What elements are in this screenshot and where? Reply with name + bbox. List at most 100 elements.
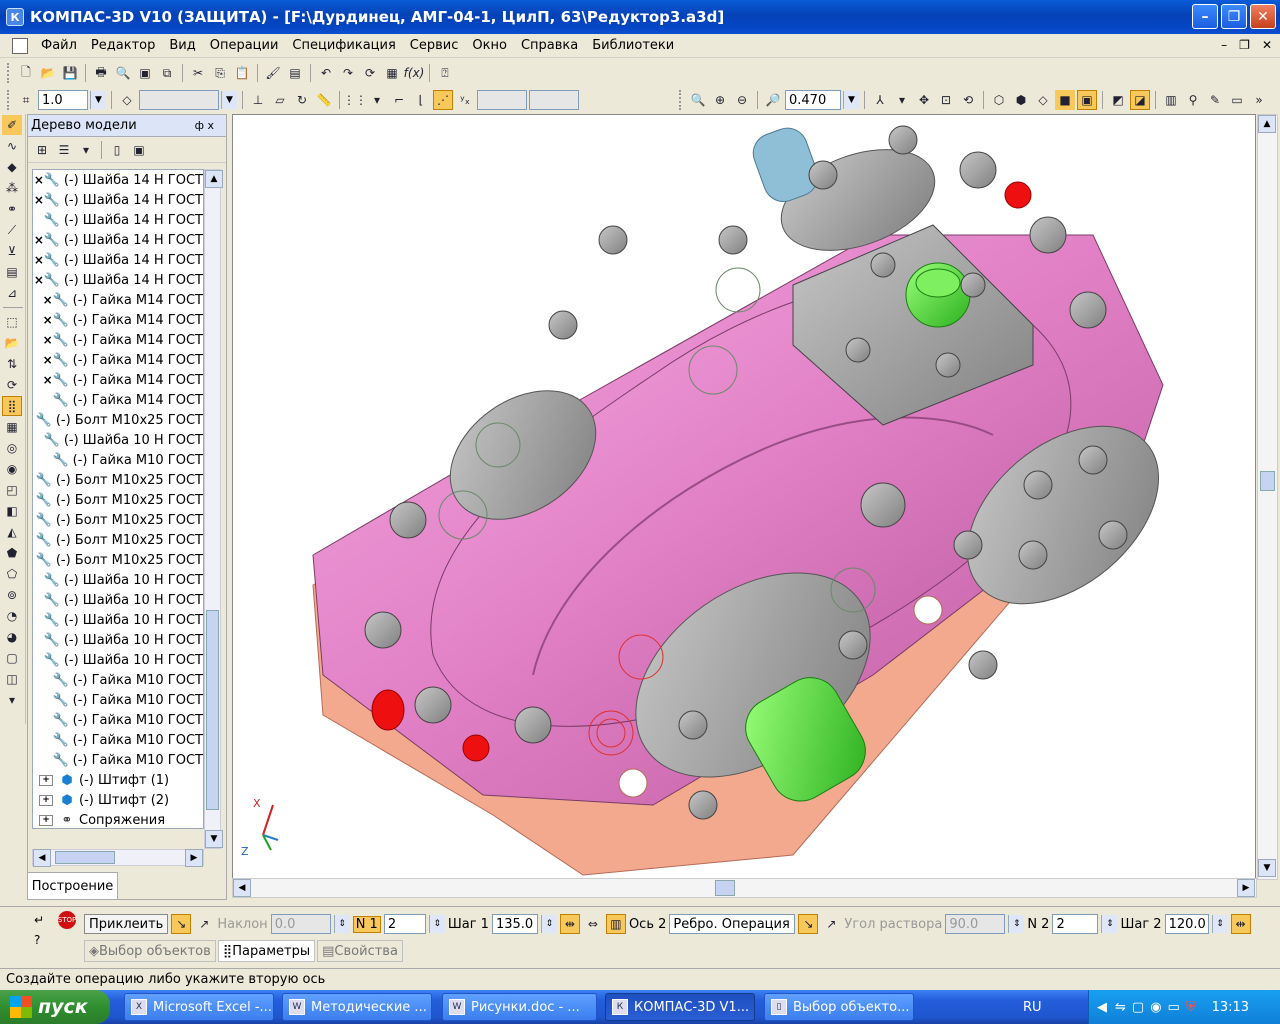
zoom-window-icon[interactable]: 🔍 — [688, 90, 708, 110]
paste-icon[interactable]: 📋 — [232, 63, 252, 83]
tree-item[interactable]: × 🔧 (-) Шайба 14 Н ГОСТ — [33, 170, 203, 190]
tree-item[interactable]: 🔧 (-) Шайба 10 Н ГОСТ — [33, 630, 203, 650]
expand-icon[interactable]: + — [39, 774, 53, 786]
axis2-dir-icon[interactable]: ↗ — [821, 914, 841, 934]
coords-icon[interactable]: ʸₓ — [455, 90, 475, 110]
filter-active-icon[interactable]: ◪ — [1130, 90, 1150, 110]
step2-mode-active-icon[interactable]: ⇹ — [1230, 914, 1251, 934]
step-field[interactable]: 1.0 — [38, 90, 88, 110]
tree-item[interactable]: 🔧 (-) Гайка М10 ГОСТ — [33, 450, 203, 470]
tree-item[interactable]: 🔧 (-) Болт М10х25 ГОСТ — [33, 470, 203, 490]
pan-icon[interactable]: ✥ — [914, 90, 934, 110]
viewport-scroll-left[interactable]: ◀ — [233, 879, 251, 897]
tree-item[interactable]: 🔧 (-) Болт М10х25 ГОСТ — [33, 550, 203, 570]
tree-item[interactable]: × 🔧 (-) Гайка М14 ГОСТ — [33, 310, 203, 330]
rebuild-icon[interactable]: ⟳ — [360, 63, 380, 83]
language-indicator[interactable]: RU — [1023, 1000, 1042, 1015]
cut-extrude-icon[interactable]: ⬠ — [2, 564, 22, 584]
task-kompas[interactable]: К КОМПАС-3D V1... — [605, 993, 755, 1021]
measure-icon[interactable]: ⊿ — [2, 283, 22, 303]
grid-dropdown-icon[interactable]: ▾ — [367, 90, 387, 110]
tree-scroll-down[interactable]: ▼ — [205, 830, 223, 848]
document-icon[interactable] — [12, 37, 28, 54]
tree-item[interactable]: 🔧 (-) Болт М10х25 ГОСТ — [33, 410, 203, 430]
menu-help[interactable]: Справка — [514, 38, 585, 53]
tree-scroll-thumb[interactable] — [206, 610, 219, 810]
place-component-icon[interactable]: 📂 — [2, 333, 22, 353]
expand-icon[interactable]: + — [39, 814, 53, 826]
viewport-vscroll-thumb[interactable] — [1260, 471, 1275, 491]
print-setup-icon[interactable]: ▣ — [135, 63, 155, 83]
zoom-scale-icon[interactable]: 🔎 — [763, 90, 783, 110]
wireframe-icon[interactable]: ⬡ — [989, 90, 1009, 110]
tree-scroll-up[interactable]: ▲ — [205, 170, 223, 188]
perspective-icon[interactable]: ◩ — [1108, 90, 1128, 110]
tree-item[interactable]: 🔧 (-) Шайба 14 Н ГОСТ — [33, 210, 203, 230]
step-dropdown[interactable]: ▼ — [90, 91, 106, 109]
tree-props-icon[interactable]: ▯ — [107, 140, 127, 160]
tree-item[interactable]: 🔧 (-) Шайба 10 Н ГОСТ — [33, 610, 203, 630]
mdi-restore-button[interactable]: ❐ — [1239, 38, 1250, 52]
zoom-in-icon[interactable]: ⊕ — [710, 90, 730, 110]
viewport-scroll-down[interactable]: ▼ — [1258, 859, 1276, 877]
properties-icon[interactable]: ▤ — [285, 63, 305, 83]
menu-operations[interactable]: Операции — [203, 38, 286, 53]
axis2-icon[interactable]: ▥ — [605, 914, 626, 934]
minimize-button[interactable]: – — [1192, 4, 1218, 29]
network-icon[interactable]: ⇋ — [1115, 1000, 1126, 1015]
tree-item[interactable]: 🔧 (-) Гайка М14 ГОСТ — [33, 390, 203, 410]
mdi-minimize-button[interactable]: – — [1221, 38, 1227, 52]
array-active-icon[interactable]: ⣿ — [2, 396, 22, 416]
open-file-icon[interactable]: 📂 — [38, 63, 58, 83]
tree-item[interactable]: + ⬢ (-) Штифт (2) — [33, 790, 203, 810]
edit-part-icon[interactable]: ✐ — [2, 115, 22, 135]
copy-icon[interactable]: ⎘ — [210, 63, 230, 83]
start-button[interactable]: пуск — [0, 990, 110, 1024]
thin-lines-icon[interactable]: ◇ — [1033, 90, 1053, 110]
tree-item[interactable]: 🔧 (-) Шайба 10 Н ГОСТ — [33, 570, 203, 590]
tree-item[interactable]: 🔧 (-) Шайба 10 Н ГОСТ — [33, 590, 203, 610]
new-file-icon[interactable]: 🗋 — [16, 63, 36, 83]
tree-item[interactable]: 🔧 (-) Болт М10х25 ГОСТ — [33, 530, 203, 550]
tab-properties[interactable]: ▤ Свойства — [317, 940, 403, 962]
fillet-icon[interactable]: ◔ — [2, 606, 22, 626]
tree-item[interactable]: 🔧 (-) Шайба 10 Н ГОСТ — [33, 650, 203, 670]
step1-mode-active-icon[interactable]: ⇹ — [559, 914, 580, 934]
orientation-axes-icon[interactable]: ⅄ — [870, 90, 890, 110]
ortho-icon[interactable]: ⌐ — [389, 90, 409, 110]
security-icon[interactable]: ⛨ — [1186, 1000, 1196, 1015]
expand-icon[interactable]: + — [39, 794, 53, 806]
save-icon[interactable]: 💾 — [60, 63, 80, 83]
redo-icon[interactable]: ↷ — [338, 63, 358, 83]
rotate-component-icon[interactable]: ⟳ — [2, 375, 22, 395]
variants-icon[interactable]: ⚲ — [1183, 90, 1203, 110]
menu-libraries[interactable]: Библиотеки — [585, 38, 681, 53]
tree-horizontal-scrollbar[interactable]: ◀ ▶ — [32, 849, 204, 867]
mdi-close-button[interactable]: ✕ — [1262, 38, 1272, 52]
tab-construction[interactable]: Построение — [27, 872, 118, 900]
mates-icon[interactable]: ⚭ — [2, 199, 22, 219]
tree-item[interactable]: 🔧 (-) Гайка М10 ГОСТ — [33, 750, 203, 770]
zoom-out-icon[interactable]: ⊖ — [732, 90, 752, 110]
axis1-select-icon[interactable]: ↘ — [171, 914, 192, 934]
axis2-select-icon[interactable]: ↘ — [798, 914, 819, 934]
local-cs-icon[interactable]: ⊥ — [248, 90, 268, 110]
section-icon[interactable]: ◫ — [2, 669, 22, 689]
window-icon[interactable]: ⧉ — [157, 63, 177, 83]
undo-icon[interactable]: ↶ — [316, 63, 336, 83]
halftone-outline-icon[interactable]: ▣ — [1077, 90, 1097, 110]
close-button[interactable]: ✕ — [1250, 4, 1276, 29]
app-tray-icon[interactable]: ◉ — [1150, 1000, 1161, 1015]
n1-spin[interactable]: ⇕ — [428, 915, 445, 933]
tree-item[interactable]: 🔧 (-) Шайба 10 Н ГОСТ — [33, 430, 203, 450]
rotate-icon[interactable]: ⟲ — [958, 90, 978, 110]
zoom-field[interactable]: 0.470 — [785, 90, 841, 110]
tree-item[interactable]: + ⬢ (-) Штифт (1) — [33, 770, 203, 790]
maximize-button[interactable]: ❐ — [1221, 4, 1247, 29]
tree-scroll-right[interactable]: ▶ — [185, 849, 203, 867]
n2-spin[interactable]: ⇕ — [1101, 915, 1118, 933]
tree-item[interactable]: × 🔧 (-) Шайба 14 Н ГОСТ — [33, 190, 203, 210]
tree-vertical-scrollbar[interactable]: ▲ ▼ — [204, 169, 223, 849]
variables-icon[interactable]: f(x) — [404, 63, 425, 83]
task-pictures-doc[interactable]: W Рисунки.doc - ... — [442, 993, 597, 1021]
